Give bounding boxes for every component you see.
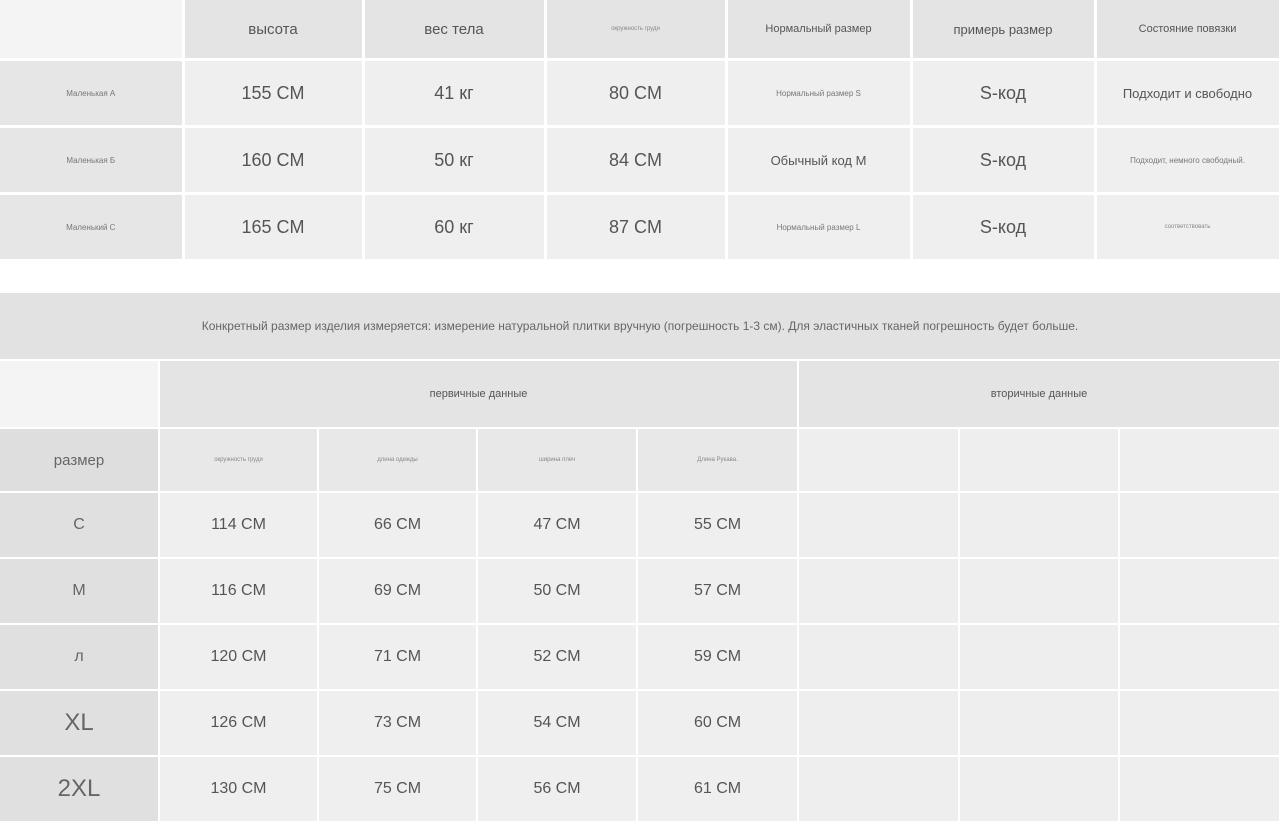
size-row: 2XL 130 CM 75 CM 56 CM 61 CM [0, 756, 1280, 823]
header-normal-size: Нормальный размер [726, 0, 913, 61]
header-height: высота [183, 0, 365, 61]
model-condition: соответствовать [1095, 193, 1280, 262]
secondary-cell [959, 756, 1121, 823]
size-label: M [0, 558, 160, 625]
size-table-column-row: размер окружность груди длина одежды шир… [0, 428, 1280, 493]
shoulder-value: 50 CM [477, 558, 638, 625]
model-fit-table: высота вес тела окружность груди Нормаль… [0, 0, 1280, 262]
model-table-corner [0, 0, 185, 61]
shoulder-value: 54 CM [477, 690, 638, 757]
model-label: Маленькая Б [0, 126, 185, 195]
size-row: M 116 CM 69 CM 50 CM 57 CM [0, 558, 1280, 625]
model-normal-size: Нормальный размер S [726, 59, 913, 128]
length-value: 69 CM [318, 558, 478, 625]
size-table-group-row: первичные данные вторичные данные [0, 361, 1280, 429]
chest-value: 116 CM [159, 558, 319, 625]
secondary-cell [1119, 492, 1280, 559]
model-try-size: S-код [911, 193, 1097, 262]
model-chest: 84 CM [545, 126, 728, 195]
model-table-header-row: высота вес тела окружность груди Нормаль… [0, 0, 1280, 61]
secondary-cell [798, 690, 961, 757]
secondary-column [959, 428, 1121, 493]
model-chest: 80 CM [545, 59, 728, 128]
model-weight: 41 кг [363, 59, 547, 128]
secondary-cell [1119, 558, 1280, 625]
model-label: Маленькая A [0, 59, 185, 128]
model-normal-size: Обычный код M [726, 126, 913, 195]
size-column-header: размер [0, 428, 160, 493]
model-weight: 60 кг [363, 193, 547, 262]
sleeve-value: 60 CM [637, 690, 800, 757]
column-chest: окружность груди [159, 428, 319, 493]
chest-value: 126 CM [159, 690, 319, 757]
chest-value: 120 CM [159, 624, 319, 691]
model-try-size: S-код [911, 126, 1097, 195]
sleeve-value: 61 CM [637, 756, 800, 823]
model-height: 160 CM [183, 126, 365, 195]
length-value: 73 CM [318, 690, 478, 757]
secondary-column [1119, 428, 1280, 493]
secondary-cell [1119, 690, 1280, 757]
column-length: длина одежды [318, 428, 478, 493]
model-try-size: S-код [911, 59, 1097, 128]
header-chest: окружность груди [545, 0, 728, 61]
size-label: л [0, 624, 160, 691]
secondary-cell [798, 558, 961, 625]
model-condition: Подходит и свободно [1095, 59, 1280, 128]
primary-data-header: первичные данные [159, 361, 800, 429]
length-value: 66 CM [318, 492, 478, 559]
model-condition: Подходит, немного свободный. [1095, 126, 1280, 195]
size-row: л 120 CM 71 CM 52 CM 59 CM [0, 624, 1280, 691]
header-condition: Состояние повязки [1095, 0, 1280, 61]
model-row: Маленькая A 155 CM 41 кг 80 CM Нормальны… [0, 59, 1280, 128]
header-try-size: примерь размер [911, 0, 1097, 61]
size-label: XL [0, 690, 160, 757]
secondary-cell [959, 624, 1121, 691]
secondary-data-header: вторичные данные [798, 361, 1280, 429]
shoulder-value: 52 CM [477, 624, 638, 691]
size-label: C [0, 492, 160, 559]
size-label: 2XL [0, 756, 160, 823]
secondary-cell [798, 492, 961, 559]
secondary-cell [1119, 624, 1280, 691]
chest-value: 114 CM [159, 492, 319, 559]
length-value: 71 CM [318, 624, 478, 691]
model-height: 155 CM [183, 59, 365, 128]
header-weight: вес тела [363, 0, 547, 61]
model-height: 165 CM [183, 193, 365, 262]
size-chart-table: первичные данные вторичные данные размер… [0, 361, 1280, 823]
secondary-cell [798, 624, 961, 691]
sleeve-value: 59 CM [637, 624, 800, 691]
model-row: Маленькая Б 160 CM 50 кг 84 CM Обычный к… [0, 126, 1280, 195]
shoulder-value: 56 CM [477, 756, 638, 823]
model-weight: 50 кг [363, 126, 547, 195]
chest-value: 130 CM [159, 756, 319, 823]
secondary-cell [959, 690, 1121, 757]
size-row: XL 126 CM 73 CM 54 CM 60 CM [0, 690, 1280, 757]
model-normal-size: Нормальный размер L [726, 193, 913, 262]
secondary-column [798, 428, 961, 493]
secondary-cell [959, 492, 1121, 559]
secondary-cell [959, 558, 1121, 625]
size-table-corner [0, 361, 160, 429]
measurement-note: Конкретный размер изделия измеряется: из… [0, 293, 1280, 359]
sleeve-value: 55 CM [637, 492, 800, 559]
secondary-cell [1119, 756, 1280, 823]
model-chest: 87 CM [545, 193, 728, 262]
length-value: 75 CM [318, 756, 478, 823]
model-label: Маленький C [0, 193, 185, 262]
shoulder-value: 47 CM [477, 492, 638, 559]
model-row: Маленький C 165 CM 60 кг 87 CM Нормальны… [0, 193, 1280, 262]
column-shoulder: ширина плеч [477, 428, 638, 493]
secondary-cell [798, 756, 961, 823]
column-sleeve: Длина Рукава. [637, 428, 800, 493]
sleeve-value: 57 CM [637, 558, 800, 625]
size-row: C 114 CM 66 CM 47 CM 55 CM [0, 492, 1280, 559]
